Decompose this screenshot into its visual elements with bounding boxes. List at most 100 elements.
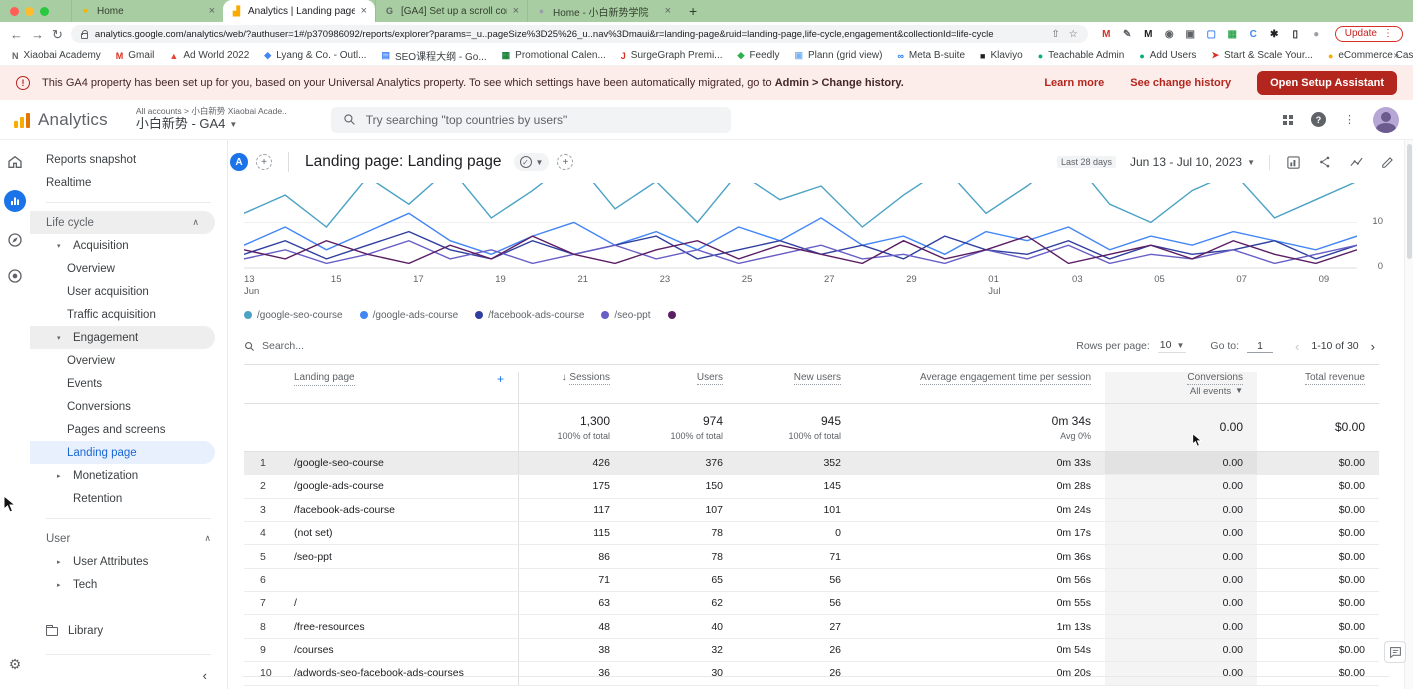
rows-per-page-select[interactable]: 10▼ bbox=[1158, 339, 1187, 353]
extension-icon[interactable]: ✱ bbox=[1268, 29, 1281, 40]
bookmark-item[interactable]: ◆ Feedly bbox=[738, 50, 780, 61]
column-avg-engagement[interactable]: Average engagement time per session bbox=[855, 372, 1105, 383]
feedback-button[interactable] bbox=[1384, 641, 1406, 663]
nav-reports-snapshot[interactable]: Reports snapshot bbox=[30, 148, 227, 171]
table-row[interactable]: 4 (not set) 115 78 0 0m 17s 0.00 $0.00 bbox=[244, 522, 1379, 545]
admin-gear-icon[interactable]: ⚙ bbox=[9, 656, 22, 673]
help-icon[interactable]: ? bbox=[1311, 112, 1326, 127]
column-total-revenue[interactable]: Total revenue bbox=[1257, 372, 1379, 383]
table-row[interactable]: 6 71 65 56 0m 56s 0.00 $0.00 bbox=[244, 569, 1379, 592]
column-conversions[interactable]: ConversionsAll events▼ bbox=[1105, 372, 1257, 403]
address-bar[interactable]: analytics.google.com/analytics/web/?auth… bbox=[71, 25, 1088, 43]
add-dimension-icon[interactable]: + bbox=[497, 372, 504, 386]
nav-pages-and-screens[interactable]: Pages and screens bbox=[30, 418, 227, 441]
browser-tab[interactable]: ● Home - 小白新势学院 × bbox=[527, 0, 679, 22]
table-row[interactable]: 2 /google-ads-course 175 150 145 0m 28s … bbox=[244, 475, 1379, 498]
extension-icon[interactable]: M bbox=[1142, 29, 1155, 40]
column-users[interactable]: Users bbox=[624, 372, 737, 383]
nav-library[interactable]: Library bbox=[30, 619, 227, 643]
bookmark-item[interactable]: ■ Klaviyo bbox=[980, 50, 1023, 61]
bookmark-item[interactable]: ➤ Start & Scale Your... bbox=[1211, 50, 1313, 61]
chrome-update-button[interactable]: Update⋮ bbox=[1335, 26, 1403, 42]
table-row[interactable]: 3 /facebook-ads-course 117 107 101 0m 24… bbox=[244, 499, 1379, 522]
new-tab-button[interactable]: + bbox=[689, 3, 697, 19]
nav-engagement[interactable]: ▾Engagement bbox=[30, 326, 215, 349]
collapse-icon[interactable]: ∧ bbox=[192, 217, 199, 228]
table-row[interactable]: 8 /free-resources 48 40 27 1m 13s 0.00 $… bbox=[244, 615, 1379, 638]
table-search-input[interactable]: Search... bbox=[244, 340, 304, 352]
nav-traffic-acquisition[interactable]: Traffic acquisition bbox=[30, 303, 227, 326]
legend-item[interactable] bbox=[668, 311, 681, 319]
legend-item[interactable]: /google-seo-course bbox=[244, 310, 343, 321]
share-icon[interactable]: ⇧ bbox=[1051, 29, 1059, 40]
browser-tab[interactable]: G [GA4] Set up a scroll conversi × bbox=[375, 0, 527, 22]
browser-tab[interactable]: ♥ Home × bbox=[71, 0, 223, 22]
diagnostics-grid-icon[interactable] bbox=[1283, 115, 1293, 125]
reload-icon[interactable]: ↻ bbox=[52, 28, 63, 41]
nav-section-life-cycle[interactable]: Life cycle∧ bbox=[30, 211, 215, 234]
more-menu-icon[interactable]: ⋮ bbox=[1344, 113, 1355, 126]
column-new-users[interactable]: New users bbox=[737, 372, 855, 383]
browser-tab[interactable]: ▟ Analytics | Landing page: Land × bbox=[223, 0, 375, 22]
nav-tech[interactable]: ▸Tech bbox=[30, 573, 227, 596]
bookmark-item[interactable]: ● eCommerce Case... bbox=[1328, 50, 1413, 61]
page-scrollbar[interactable] bbox=[1404, 140, 1413, 689]
bookmark-item[interactable]: ▣ Plann (grid view) bbox=[794, 50, 882, 61]
expand-icon[interactable]: ▾ bbox=[57, 334, 65, 342]
tab-close-icon[interactable]: × bbox=[361, 5, 367, 17]
extension-icon[interactable]: ▦ bbox=[1226, 29, 1239, 40]
bookmark-item[interactable]: J SurgeGraph Premi... bbox=[621, 50, 723, 61]
table-row[interactable]: 10 /adwords-seo-facebook-ads-courses 36 … bbox=[244, 662, 1379, 685]
extension-icon[interactable]: ◉ bbox=[1163, 29, 1176, 40]
tab-close-icon[interactable]: × bbox=[513, 5, 519, 17]
nav-monetization[interactable]: ▸Monetization bbox=[30, 464, 227, 487]
explore-icon[interactable] bbox=[7, 232, 23, 248]
extension-icon[interactable]: ▯ bbox=[1289, 29, 1302, 40]
nav-user-acquisition[interactable]: User acquisition bbox=[30, 280, 227, 303]
open-setup-assistant-button[interactable]: Open Setup Assistant bbox=[1257, 71, 1397, 95]
dimension-chip[interactable]: ✓▼ bbox=[514, 153, 550, 171]
bookmark-item[interactable]: ∞ Meta B-suite bbox=[897, 50, 965, 61]
global-search-input[interactable]: Try searching "top countries by users" bbox=[331, 107, 731, 133]
nav-acquisition[interactable]: ▾Acquisition bbox=[30, 234, 227, 257]
extension-icon[interactable]: M bbox=[1100, 29, 1113, 40]
account-switcher[interactable]: All accounts > 小白新势 Xiaobai Acade.. 小白新势… bbox=[136, 107, 287, 132]
nav-section-user[interactable]: User∧ bbox=[30, 527, 227, 550]
tab-close-icon[interactable]: × bbox=[665, 5, 671, 17]
extension-icon[interactable]: ● bbox=[1310, 29, 1323, 40]
extension-icon[interactable]: C bbox=[1247, 29, 1260, 40]
extension-icon[interactable]: ✎ bbox=[1121, 29, 1134, 40]
expand-icon[interactable]: ▸ bbox=[57, 472, 65, 480]
close-window-button[interactable] bbox=[10, 7, 19, 16]
legend-item[interactable]: /facebook-ads-course bbox=[475, 310, 584, 321]
back-icon[interactable]: ← bbox=[10, 28, 23, 41]
bookmark-item[interactable]: ● Teachable Admin bbox=[1038, 50, 1125, 61]
date-range-picker[interactable]: Jun 13 - Jul 10, 2023▼ bbox=[1130, 155, 1255, 169]
nav-retention[interactable]: Retention bbox=[30, 487, 227, 510]
nav-user-attributes[interactable]: ▸User Attributes bbox=[30, 550, 227, 573]
add-comparison-icon[interactable]: + bbox=[256, 154, 272, 170]
maximize-window-button[interactable] bbox=[40, 7, 49, 16]
bookmark-item[interactable]: N Xiaobai Academy bbox=[12, 50, 101, 61]
prev-page-icon[interactable]: ‹ bbox=[1291, 339, 1303, 354]
bookmark-item[interactable]: ▦ Promotional Calen... bbox=[502, 50, 606, 61]
window-controls[interactable] bbox=[10, 7, 49, 16]
table-row[interactable]: 7 / 63 62 56 0m 55s 0.00 $0.00 bbox=[244, 592, 1379, 615]
table-row[interactable]: 1 /google-seo-course 426 376 352 0m 33s … bbox=[244, 452, 1379, 475]
scrollbar-thumb[interactable] bbox=[1407, 144, 1412, 259]
expand-icon[interactable]: ▸ bbox=[57, 581, 65, 589]
url-text[interactable]: analytics.google.com/analytics/web/?auth… bbox=[95, 29, 1044, 40]
nav-events[interactable]: Events bbox=[30, 372, 227, 395]
bookmarks-overflow-icon[interactable]: » bbox=[1393, 50, 1399, 61]
avatar[interactable] bbox=[1373, 107, 1399, 133]
home-icon[interactable] bbox=[7, 154, 23, 170]
bookmark-item[interactable]: ▤ SEO课程大纲 - Go... bbox=[381, 48, 486, 63]
see-change-history-link[interactable]: See change history bbox=[1130, 77, 1231, 89]
bookmark-item[interactable]: M Gmail bbox=[116, 50, 155, 61]
goto-page-input[interactable]: 1 bbox=[1247, 340, 1273, 353]
add-filter-icon[interactable]: + bbox=[557, 154, 573, 170]
bookmark-item[interactable]: ▲ Ad World 2022 bbox=[169, 50, 249, 61]
share-report-icon[interactable] bbox=[1318, 155, 1332, 169]
nav-conversions[interactable]: Conversions bbox=[30, 395, 227, 418]
edit-report-icon[interactable] bbox=[1381, 155, 1395, 169]
